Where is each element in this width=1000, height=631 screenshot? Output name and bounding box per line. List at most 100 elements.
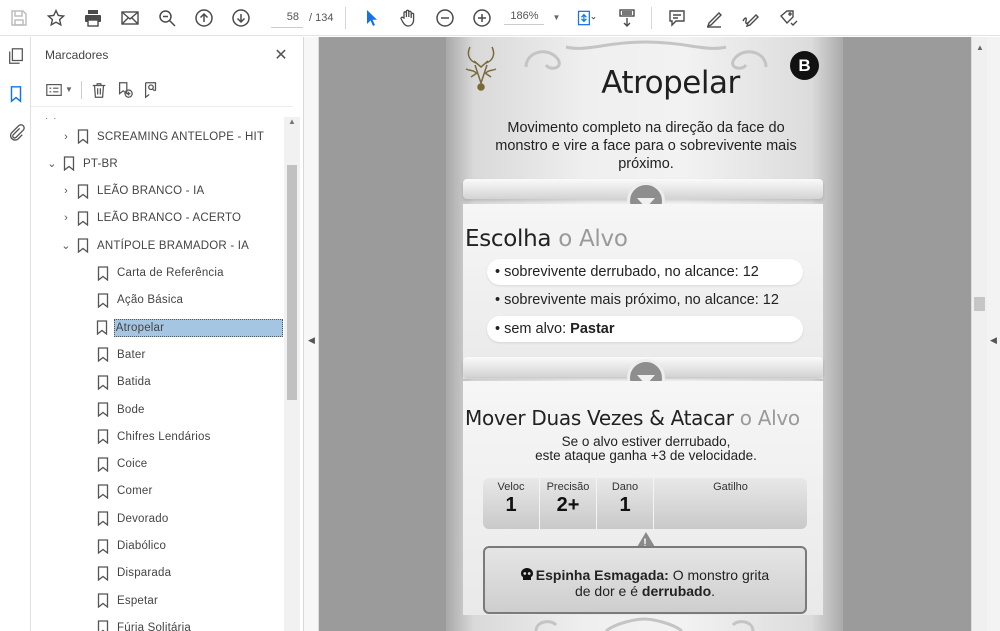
bookmark-item[interactable]: Diabólico xyxy=(31,533,283,560)
scroll-up-icon[interactable]: ▲ xyxy=(976,43,984,52)
stats-bar: Veloc 1 Precisão 2+ Dano 1 Gatilho xyxy=(483,478,807,529)
bookmark-icon xyxy=(97,484,111,499)
bookmark-label: Atropelar xyxy=(113,318,283,337)
skull-icon xyxy=(520,568,533,580)
page-number-input[interactable] xyxy=(271,7,303,28)
right-scroll-strip: ▲ ◀ xyxy=(971,37,1000,631)
bookmark-label: Fúria Solitária xyxy=(117,621,191,631)
stat-value: 1 xyxy=(505,494,517,516)
fill-sign-icon[interactable] xyxy=(769,0,806,36)
target-option-bold: Pastar xyxy=(570,321,615,337)
bookmark-icon xyxy=(97,538,111,554)
action-heading-main: Mover Duas Vezes & Atacar xyxy=(465,406,734,430)
bookmark-item[interactable]: Bater xyxy=(31,341,283,368)
bookmark-label: ANTÍPOLE BRAMADOR - IA xyxy=(97,239,250,252)
card-title: Atropelar xyxy=(601,65,740,101)
zoom-select[interactable]: 186% ▼ xyxy=(504,10,560,25)
chevron-down-icon[interactable]: ⌄ xyxy=(45,157,59,170)
scroll-up-icon[interactable]: ▲ xyxy=(287,117,297,129)
panel-collapse-strip[interactable]: ◀ xyxy=(304,37,319,631)
bookmark-icon xyxy=(97,402,111,417)
bookmark-item[interactable]: Comer xyxy=(31,478,283,505)
bookmark-label: LEÃO BRANCO - ACERTO xyxy=(97,212,242,225)
document-view[interactable]: B Atropelar Movimento completo na direçã… xyxy=(319,37,971,631)
star-icon[interactable] xyxy=(37,0,74,36)
stat-label: Precisão xyxy=(546,481,590,493)
bookmark-item[interactable]: ⌄ PT-BR xyxy=(31,150,283,177)
sign-icon[interactable] xyxy=(732,0,769,36)
next-page-icon[interactable] xyxy=(222,0,259,36)
scrollbar-thumb[interactable] xyxy=(974,297,985,311)
bookmark-item[interactable]: › LEÃO BRANCO - ACERTO xyxy=(31,205,283,232)
bookmark-glyph xyxy=(97,293,109,308)
fit-page-icon[interactable] xyxy=(564,0,608,36)
bookmark-label: Disparada xyxy=(117,567,172,580)
search-bookmark-icon[interactable] xyxy=(142,79,160,101)
bookmark-item[interactable]: Fúria Solitária xyxy=(31,614,283,631)
target-option-text: • sobrevivente derrubado, no alcance: 12 xyxy=(495,264,759,280)
bookmark-item[interactable]: ⌄ ANTÍPOLE BRAMADOR - IA xyxy=(31,232,283,259)
bookmark-item[interactable]: › SCREAMING ANTELOPE - HIT xyxy=(31,123,283,150)
bookmark-item[interactable]: Ação Básica xyxy=(31,287,283,314)
bookmark-label: Coice xyxy=(117,458,148,471)
bookmark-item[interactable]: Espetar xyxy=(31,587,283,614)
page-thumbnails-icon[interactable] xyxy=(0,37,31,75)
save-icon[interactable] xyxy=(0,0,37,36)
bookmark-item[interactable]: Batida xyxy=(31,369,283,396)
effect-line-2: de dor e é derrubado. xyxy=(485,583,805,599)
effect-end: . xyxy=(711,583,716,599)
bookmark-icon xyxy=(97,456,111,472)
select-cursor-icon[interactable] xyxy=(352,0,389,36)
bookmark-item[interactable]: › LEÃO BRANCO - IA xyxy=(31,178,283,205)
delete-bookmark-icon[interactable] xyxy=(90,79,108,101)
bookmark-label: Bode xyxy=(117,403,145,416)
stat-value: 1 xyxy=(619,494,631,516)
bookmark-glyph xyxy=(97,347,109,363)
zoom-out-icon[interactable] xyxy=(426,0,463,36)
zoom-in-icon[interactable] xyxy=(463,0,500,36)
email-icon[interactable] xyxy=(111,0,148,36)
print-icon[interactable] xyxy=(74,0,111,36)
bookmark-item[interactable]: Coice xyxy=(31,451,283,478)
previous-page-icon[interactable] xyxy=(185,0,222,36)
effect-box: Espinha Esmagada: O monstro grita de dor… xyxy=(483,546,807,614)
bookmarks-icon[interactable] xyxy=(0,75,31,113)
action-heading-muted: o Alvo xyxy=(739,406,800,430)
bookmark-label: SCREAMING ANTELOPE - HIT xyxy=(97,130,265,143)
bookmark-glyph xyxy=(97,511,109,527)
bookmark-glyph xyxy=(97,429,109,445)
action-subtext-line: este ataque ganha +3 de velocidade. xyxy=(535,448,757,463)
bookmark-item[interactable]: Devorado xyxy=(31,505,283,532)
bookmark-item[interactable]: Chifres Lendários xyxy=(31,423,283,450)
bookmark-icon xyxy=(77,129,91,144)
bookmark-label: Espetar xyxy=(117,594,159,607)
collapse-left-icon[interactable]: ◀ xyxy=(308,335,315,346)
chevron-right-icon[interactable]: › xyxy=(59,212,73,224)
chevron-down-icon[interactable]: ⌄ xyxy=(59,239,73,252)
card-description: Movimento completo na direção da face do… xyxy=(495,120,797,172)
close-icon[interactable]: ✕ xyxy=(271,45,291,65)
highlight-pen-icon[interactable] xyxy=(695,0,732,36)
bookmark-item[interactable]: Disparada xyxy=(31,560,283,587)
bookmark-item[interactable]: Bode xyxy=(31,396,283,423)
zoom-search-icon[interactable] xyxy=(148,0,185,36)
document-scrollbar[interactable]: ▲ xyxy=(972,37,987,631)
panel-title: Marcadores xyxy=(45,48,109,62)
attachments-icon[interactable] xyxy=(0,113,31,151)
new-bookmark-icon[interactable] xyxy=(116,79,134,101)
options-menu-icon[interactable]: ▼ xyxy=(45,79,73,101)
chevron-down-icon: ▼ xyxy=(552,13,561,22)
hand-tool-icon[interactable] xyxy=(389,0,426,36)
bookmark-item[interactable]: Carta de Referência xyxy=(31,260,283,287)
comment-icon[interactable] xyxy=(658,0,695,36)
chevron-right-icon[interactable]: › xyxy=(59,185,73,197)
bookmark-item[interactable]: Atropelar xyxy=(31,314,283,341)
scrollbar-thumb[interactable] xyxy=(287,165,297,400)
expand-right-panel-icon[interactable]: ◀ xyxy=(990,335,997,346)
stat-accuracy: Precisão 2+ xyxy=(540,478,597,529)
action-subtext-line: Se o alvo estiver derrubado, xyxy=(561,434,731,449)
scroll-mode-icon[interactable] xyxy=(608,0,645,36)
chevron-right-icon[interactable]: › xyxy=(59,131,73,143)
bookmark-icon xyxy=(97,347,111,363)
bookmarks-scrollbar[interactable]: ▲ xyxy=(284,117,300,631)
